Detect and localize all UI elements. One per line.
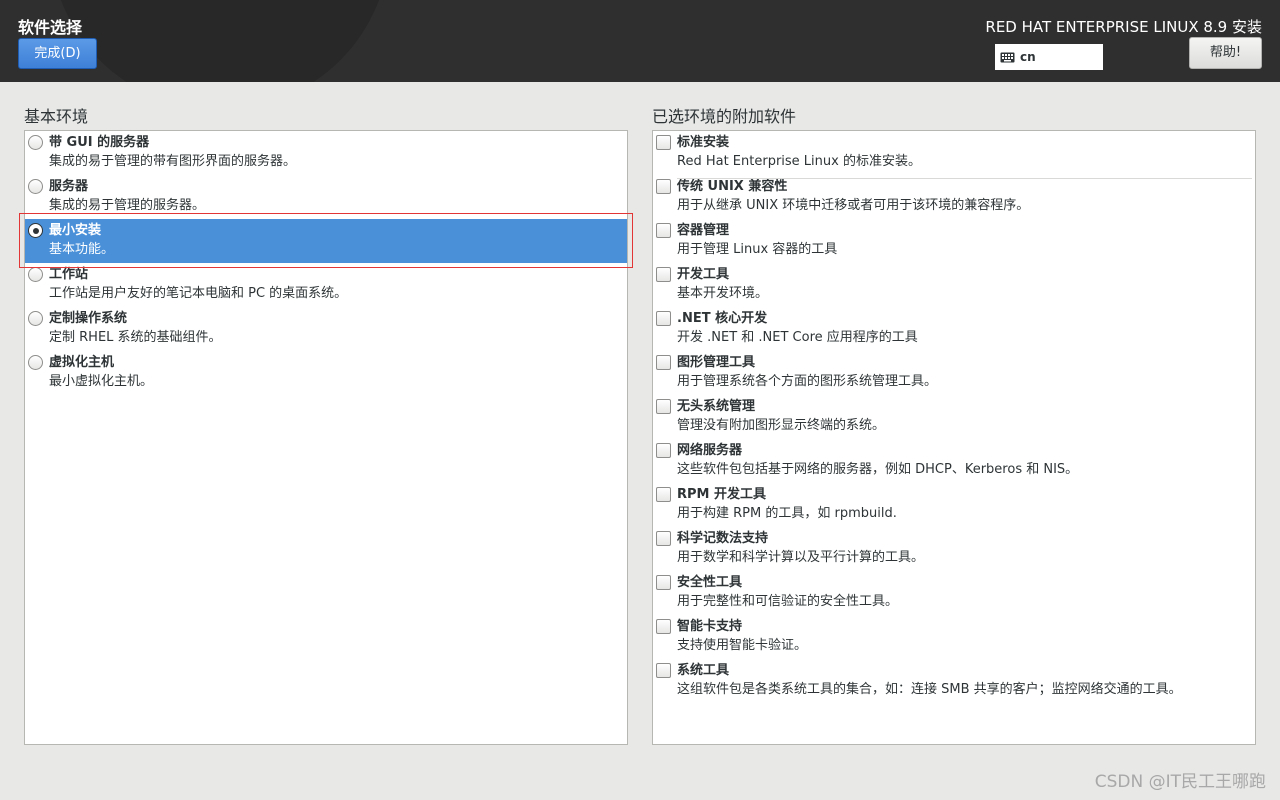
product-title: RED HAT ENTERPRISE LINUX 8.9 安装 <box>985 18 1262 36</box>
addon-description: 支持使用智能卡验证。 <box>677 638 808 653</box>
environment-option[interactable]: 定制操作系统定制 RHEL 系统的基础组件。 <box>25 307 627 351</box>
addon-description: 用于数学和科学计算以及平行计算的工具。 <box>677 550 925 565</box>
checkbox[interactable] <box>656 311 671 326</box>
done-button[interactable]: 完成(D) <box>18 38 97 69</box>
radio-button[interactable] <box>28 179 43 194</box>
checkbox[interactable] <box>656 619 671 634</box>
addon-option[interactable]: .NET 核心开发开发 .NET 和 .NET Core 应用程序的工具 <box>653 307 1255 351</box>
addons-panel: 标准安装 Red Hat Enterprise Linux 的标准安装。传统 UN… <box>652 130 1256 745</box>
addon-option[interactable]: 系统工具这组软件包是各类系统工具的集合，如：连接 SMB 共享的客户；监控网络交… <box>653 659 1255 703</box>
radio-button[interactable] <box>28 311 43 326</box>
environment-title: 最小安装 <box>49 223 102 238</box>
addon-description: 这组软件包是各类系统工具的集合，如：连接 SMB 共享的客户；监控网络交通的工具… <box>677 682 1182 697</box>
addon-title: 网络服务器 <box>677 443 743 458</box>
environment-option[interactable]: 最小安装 基本功能。 <box>25 219 627 263</box>
radio-button[interactable] <box>28 135 43 150</box>
help-button[interactable]: 帮助! <box>1189 37 1262 69</box>
environment-description: 定制 RHEL 系统的基础组件。 <box>49 330 222 345</box>
checkbox[interactable] <box>656 223 671 238</box>
environment-title: 服务器 <box>49 179 89 194</box>
environment-title: 虚拟化主机 <box>49 355 115 370</box>
addon-title: 标准安装 <box>677 135 730 150</box>
addon-title: 无头系统管理 <box>677 399 756 414</box>
addon-description: 用于管理 Linux 容器的工具 <box>677 242 838 257</box>
base-environment-list: 带 GUI 的服务器 集成的易于管理的带有图形界面的服务器。 服务器 集成的易于管理的… <box>25 131 627 395</box>
base-environment-panel: 带 GUI 的服务器 集成的易于管理的带有图形界面的服务器。 服务器 集成的易于管理的… <box>24 130 628 745</box>
checkbox[interactable] <box>656 179 671 194</box>
environment-title: 带 GUI 的服务器 <box>49 135 150 150</box>
addon-option[interactable]: 开发工具基本开发环境。 <box>653 263 1255 307</box>
environment-option[interactable]: 工作站工作站是用户友好的笔记本电脑和 PC 的桌面系统。 <box>25 263 627 307</box>
addon-option[interactable]: 标准安装 Red Hat Enterprise Linux 的标准安装。 <box>653 131 1255 175</box>
environment-option[interactable]: 服务器集成的易于管理的服务器。 <box>25 175 627 219</box>
environment-title: 定制操作系统 <box>49 311 128 326</box>
addon-title: 智能卡支持 <box>677 619 743 634</box>
addon-title: 容器管理 <box>677 223 730 238</box>
keyboard-layout-indicator[interactable]: cn <box>995 44 1103 70</box>
addon-option[interactable]: 安全性工具用于完整性和可信验证的安全性工具。 <box>653 571 1255 615</box>
radio-button[interactable] <box>28 355 43 370</box>
checkbox[interactable] <box>656 487 671 502</box>
addon-title: 安全性工具 <box>677 575 743 590</box>
checkbox[interactable] <box>656 135 671 150</box>
checkbox[interactable] <box>656 531 671 546</box>
header-decoration <box>50 0 390 82</box>
keyboard-icon <box>1000 52 1015 62</box>
checkbox[interactable] <box>656 443 671 458</box>
addon-description: Red Hat Enterprise Linux 的标准安装。 <box>677 154 921 169</box>
addon-description: 用于构建 RPM 的工具，如 rpmbuild. <box>677 506 897 521</box>
checkbox[interactable] <box>656 267 671 282</box>
keyboard-layout-label: cn <box>1020 50 1036 64</box>
environment-option[interactable]: 带 GUI 的服务器集成的易于管理的带有图形界面的服务器。 <box>25 131 627 175</box>
checkbox[interactable] <box>656 399 671 414</box>
addon-option[interactable]: 智能卡支持支持使用智能卡验证。 <box>653 615 1255 659</box>
addon-separator <box>677 178 1252 179</box>
checkbox[interactable] <box>656 663 671 678</box>
environment-option[interactable]: 虚拟化主机最小虚拟化主机。 <box>25 351 627 395</box>
radio-button[interactable] <box>28 267 43 282</box>
environment-description: 集成的易于管理的带有图形界面的服务器。 <box>49 154 297 169</box>
checkbox[interactable] <box>656 355 671 370</box>
addon-title: .NET 核心开发 <box>677 311 768 326</box>
addon-title: RPM 开发工具 <box>677 487 767 502</box>
addons-list: 标准安装 Red Hat Enterprise Linux 的标准安装。传统 UN… <box>653 131 1255 703</box>
checkbox[interactable] <box>656 575 671 590</box>
addon-option[interactable]: 网络服务器这些软件包包括基于网络的服务器，例如 DHCP、Kerberos 和 … <box>653 439 1255 483</box>
base-environment-heading: 基本环境 <box>24 107 89 126</box>
addon-option[interactable]: 无头系统管理管理没有附加图形显示终端的系统。 <box>653 395 1255 439</box>
environment-description: 基本功能。 <box>49 242 115 257</box>
addon-title: 系统工具 <box>677 663 730 678</box>
addon-option[interactable]: 容器管理用于管理 Linux 容器的工具 <box>653 219 1255 263</box>
environment-description: 集成的易于管理的服务器。 <box>49 198 206 213</box>
addon-description: 用于管理系统各个方面的图形系统管理工具。 <box>677 374 938 389</box>
addon-option[interactable]: 传统 UNIX 兼容性 用于从继承 UNIX 环境中迁移或者可用于该环境的兼容程序… <box>653 175 1255 219</box>
addon-option[interactable]: RPM 开发工具用于构建 RPM 的工具，如 rpmbuild. <box>653 483 1255 527</box>
addon-description: 基本开发环境。 <box>677 286 769 301</box>
addon-title: 科学记数法支持 <box>677 531 769 546</box>
watermark: CSDN @IT民工王哪跑 <box>1094 772 1266 792</box>
addon-description: 开发 .NET 和 .NET Core 应用程序的工具 <box>677 330 918 345</box>
environment-description: 最小虚拟化主机。 <box>49 374 154 389</box>
addon-description: 用于从继承 UNIX 环境中迁移或者可用于该环境的兼容程序。 <box>677 198 1030 213</box>
header-bar: 软件选择 完成(D) RED HAT ENTERPRISE LINUX 8.9 … <box>0 0 1280 82</box>
addon-option[interactable]: 图形管理工具用于管理系统各个方面的图形系统管理工具。 <box>653 351 1255 395</box>
addon-title: 图形管理工具 <box>677 355 756 370</box>
addon-description: 这些软件包包括基于网络的服务器，例如 DHCP、Kerberos 和 NIS。 <box>677 462 1079 477</box>
environment-description: 工作站是用户友好的笔记本电脑和 PC 的桌面系统。 <box>49 286 348 301</box>
addon-description: 管理没有附加图形显示终端的系统。 <box>677 418 886 433</box>
addon-description: 用于完整性和可信验证的安全性工具。 <box>677 594 899 609</box>
spoke-title: 软件选择 <box>18 18 83 37</box>
radio-button[interactable] <box>28 223 43 238</box>
addon-option[interactable]: 科学记数法支持用于数学和科学计算以及平行计算的工具。 <box>653 527 1255 571</box>
addon-title: 开发工具 <box>677 267 730 282</box>
addons-heading: 已选环境的附加软件 <box>652 107 797 126</box>
environment-title: 工作站 <box>49 267 89 282</box>
